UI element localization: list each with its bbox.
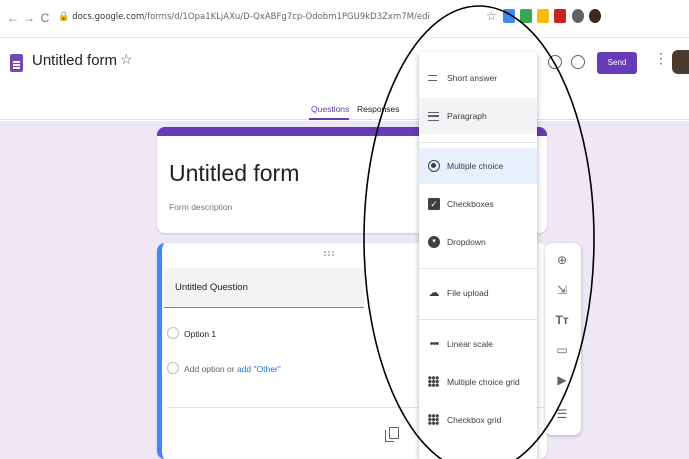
palette-icon[interactable] — [548, 55, 562, 69]
menu-divider — [419, 142, 537, 143]
add-option-radio-icon — [167, 362, 179, 374]
menu-item-short-answer[interactable]: Short answer — [419, 60, 537, 96]
or-text: or — [224, 364, 237, 374]
file-upload-icon: ☁ — [428, 287, 440, 299]
menu-item-multiple-choice[interactable]: Multiple choice — [419, 148, 537, 184]
menu-item-label: Linear scale — [447, 339, 493, 349]
forward-icon[interactable]: → — [22, 10, 36, 26]
extensions-puzzle-icon[interactable] — [572, 9, 584, 23]
add-option-row: Add option or add "Other" — [184, 364, 281, 374]
more-options-icon[interactable]: ⋮ — [654, 50, 668, 67]
multiple-choice-icon — [428, 160, 440, 172]
menu-item-dropdown[interactable]: ▾ Dropdown — [419, 224, 537, 260]
bookmark-star-icon[interactable]: ☆ — [486, 9, 497, 23]
option-radio-icon — [167, 327, 179, 339]
add-video-icon[interactable]: ▶ — [553, 371, 571, 389]
browser-toolbar: ← → C 🔒 docs.google.com/forms/d/1Opa1KLjA… — [0, 0, 689, 38]
menu-divider — [419, 319, 537, 320]
checkbox-grid-icon — [428, 414, 439, 425]
extension-icon-2[interactable] — [520, 9, 532, 23]
menu-divider — [419, 268, 537, 269]
add-option-link[interactable]: Add option — [184, 364, 225, 374]
avatar[interactable] — [672, 50, 689, 74]
extension-icon-3[interactable] — [537, 9, 549, 23]
send-button[interactable]: Send — [597, 52, 637, 74]
linear-scale-icon: ••• — [429, 338, 440, 350]
add-question-icon[interactable]: ⊕ — [553, 251, 571, 269]
form-title[interactable]: Untitled form — [169, 160, 299, 187]
side-toolbar: ⊕ ⇲ Tт ▭ ▶ ☰ — [545, 243, 581, 435]
menu-item-label: File upload — [447, 288, 489, 298]
profile-avatar-icon[interactable] — [589, 9, 601, 23]
menu-item-label: Dropdown — [447, 237, 486, 247]
menu-item-paragraph[interactable]: Paragraph — [419, 98, 537, 134]
menu-item-label: Short answer — [447, 73, 498, 83]
lock-icon: 🔒 — [58, 12, 70, 22]
form-description-field[interactable]: Form description — [169, 202, 232, 212]
extension-icon-1[interactable] — [503, 9, 515, 23]
question-title[interactable]: Untitled Question — [175, 282, 248, 293]
menu-item-label: Multiple choice grid — [447, 377, 520, 387]
menu-item-label: Checkbox grid — [447, 415, 502, 425]
url-host: docs.google.com — [72, 12, 145, 22]
paragraph-icon — [428, 112, 439, 121]
drag-handle-icon[interactable] — [324, 251, 334, 256]
tab-responses[interactable]: Responses — [357, 104, 400, 114]
google-forms-logo-icon[interactable] — [10, 54, 23, 72]
menu-item-linear-scale[interactable]: ••• Linear scale — [419, 326, 537, 362]
reload-icon[interactable]: C — [38, 10, 52, 26]
url-path: /forms/d/1Opa1KLjAXu/D-QxABFg7cp-Odobm1P… — [144, 12, 430, 22]
form-name[interactable]: Untitled form — [32, 52, 117, 69]
extension-icon-4[interactable] — [554, 9, 566, 23]
duplicate-icon[interactable] — [385, 427, 399, 442]
settings-icon[interactable] — [571, 55, 585, 69]
add-title-icon[interactable]: Tт — [553, 311, 571, 329]
menu-item-multiple-choice-grid[interactable]: Multiple choice grid — [419, 364, 537, 400]
menu-item-label: Paragraph — [447, 111, 487, 121]
forms-header: Untitled form ☆ Send ⋮ Questions Respons… — [0, 38, 689, 120]
menu-item-file-upload[interactable]: ☁ File upload — [419, 275, 537, 311]
import-questions-icon[interactable]: ⇲ — [553, 281, 571, 299]
menu-item-label: Checkboxes — [447, 199, 494, 209]
star-icon[interactable]: ☆ — [120, 51, 133, 68]
short-answer-icon — [428, 75, 437, 81]
menu-item-checkboxes[interactable]: ✓ Checkboxes — [419, 186, 537, 222]
tab-questions[interactable]: Questions — [311, 104, 349, 114]
option-1-label[interactable]: Option 1 — [184, 329, 216, 339]
question-type-menu: Short answer Paragraph Multiple choice ✓… — [419, 52, 537, 459]
menu-item-label: Multiple choice — [447, 161, 504, 171]
multiple-choice-grid-icon — [428, 376, 439, 387]
add-section-icon[interactable]: ☰ — [553, 405, 571, 423]
back-icon[interactable]: ← — [6, 10, 20, 26]
active-tab-indicator — [309, 118, 349, 120]
checkboxes-icon: ✓ — [428, 198, 440, 210]
add-image-icon[interactable]: ▭ — [553, 341, 571, 359]
address-bar[interactable]: 🔒 docs.google.com/forms/d/1Opa1KLjAXu/D-Q… — [58, 8, 430, 26]
add-other-link[interactable]: add "Other" — [237, 364, 281, 374]
menu-item-checkbox-grid[interactable]: Checkbox grid — [419, 402, 537, 438]
dropdown-icon: ▾ — [428, 236, 440, 248]
